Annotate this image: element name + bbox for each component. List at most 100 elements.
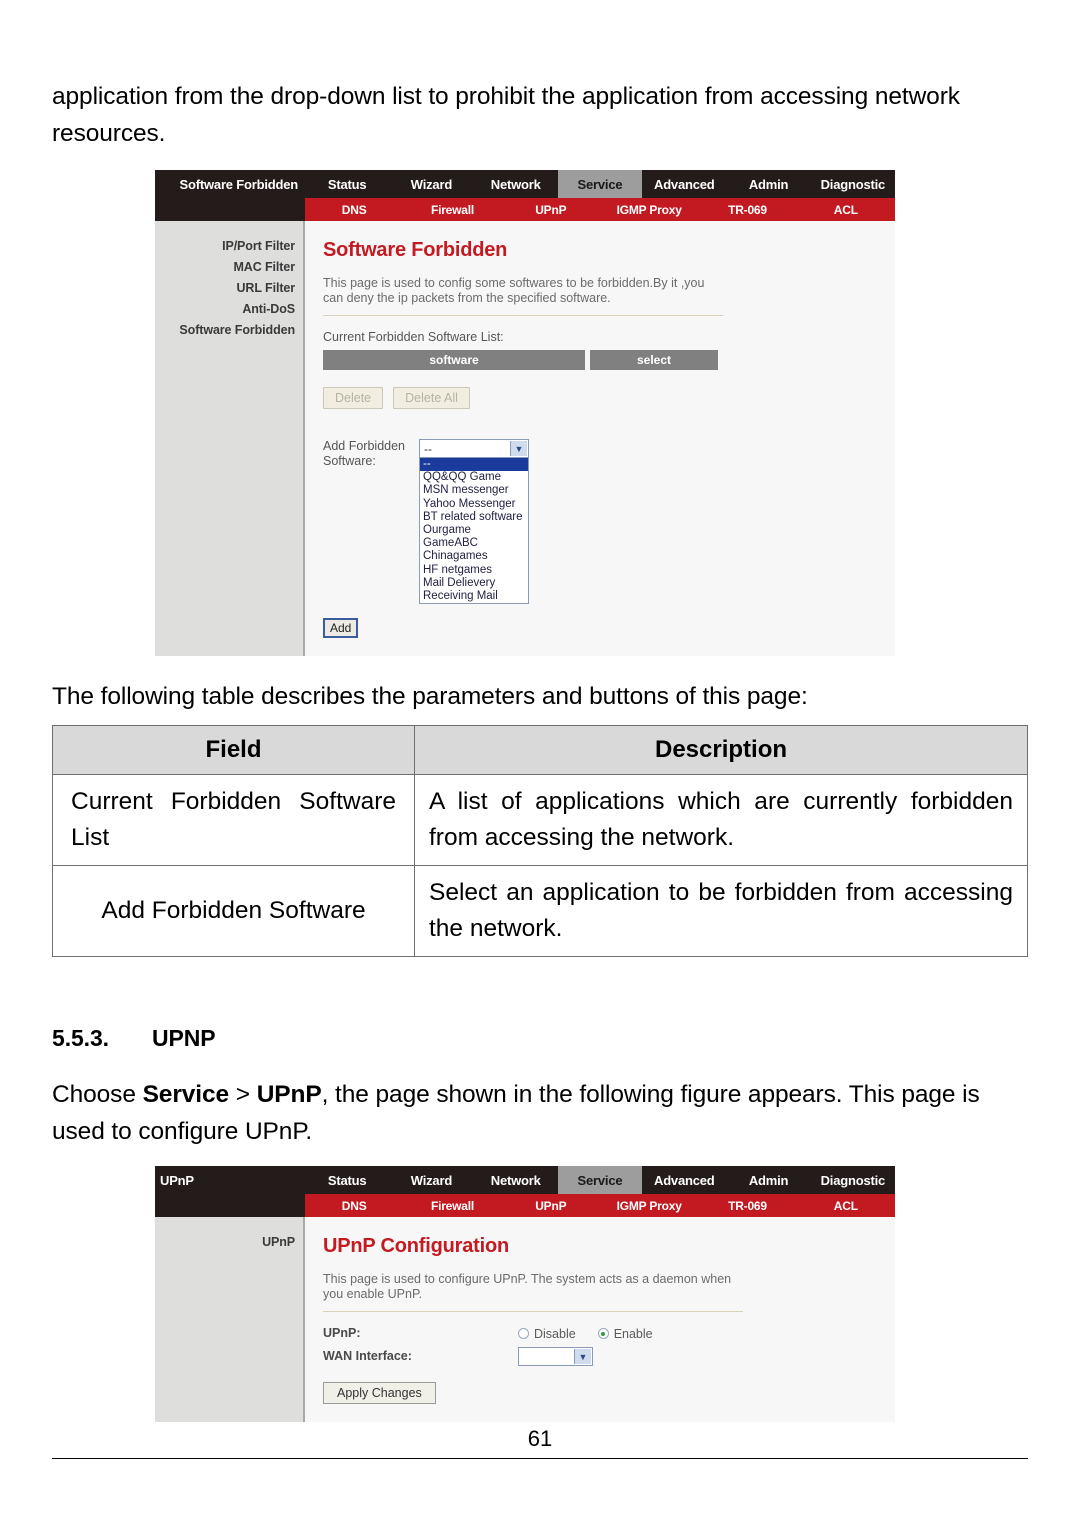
paragraph-mid: >: [229, 1081, 257, 1109]
table-row: Add Forbidden Software Select an applica…: [52, 865, 1028, 958]
column-header-select: select: [590, 350, 718, 370]
chevron-down-icon[interactable]: ▼: [510, 441, 527, 456]
page-footer: 61: [52, 1426, 1028, 1459]
tab-network[interactable]: Network: [474, 170, 558, 198]
router-sidebar: IP/Port Filter MAC Filter URL Filter Ant…: [155, 221, 305, 657]
router-subnav-bar: DNS Firewall UPnP IGMP Proxy TR-069 ACL: [155, 198, 895, 221]
window-title: Software Forbidden: [155, 170, 305, 198]
tab-wizard[interactable]: Wizard: [389, 1166, 473, 1194]
radio-enable[interactable]: Enable: [597, 1327, 653, 1341]
radio-disable[interactable]: Disable: [518, 1327, 576, 1341]
sub-tabs: DNS Firewall UPnP IGMP Proxy TR-069 ACL: [305, 1194, 895, 1218]
main-tabs: Status Wizard Network Service Advanced A…: [305, 170, 895, 198]
header-field: Field: [52, 725, 415, 776]
page-heading: Software Forbidden: [323, 239, 508, 261]
software-select-value: --: [424, 441, 432, 456]
tab-diagnostic[interactable]: Diagnostic: [811, 170, 895, 198]
section-number: 5.5.3.: [52, 1025, 109, 1052]
page-number: 61: [527, 1426, 553, 1451]
wan-interface-select-box[interactable]: ▼: [518, 1347, 593, 1367]
chevron-down-icon[interactable]: ▼: [574, 1349, 591, 1365]
tab-diagnostic[interactable]: Diagnostic: [811, 1166, 895, 1194]
option-item[interactable]: HF netgames: [420, 564, 528, 577]
option-item[interactable]: --: [420, 458, 528, 472]
tab-service[interactable]: Service: [557, 170, 643, 198]
subtab-upnp[interactable]: UPnP: [502, 198, 600, 221]
tab-admin[interactable]: Admin: [726, 1166, 810, 1194]
option-item[interactable]: Ourgame: [420, 524, 528, 537]
router-subnav-bar: DNS Firewall UPnP IGMP Proxy TR-069 ACL: [155, 1194, 895, 1218]
option-item[interactable]: QQ&QQ Game: [420, 471, 528, 484]
forbidden-list-label: Current Forbidden Software List:: [323, 330, 504, 344]
sidebar-item-url-filter[interactable]: URL Filter: [155, 277, 303, 298]
option-item[interactable]: Chinagames: [420, 550, 528, 563]
header-description: Description: [414, 725, 1028, 776]
cell-field: Add Forbidden Software: [52, 865, 415, 958]
add-button[interactable]: Add: [323, 618, 359, 639]
option-item[interactable]: Receiving Mail: [420, 590, 528, 603]
page-description: This page is used to configure UPnP. The…: [323, 1272, 732, 1302]
upnp-radio-group: Disable Enable: [518, 1327, 653, 1341]
table-row: Current Forbidden Software List A list o…: [52, 774, 1028, 867]
add-forbidden-software-row: Add Forbidden Software: -- ▼ -- QQ&QQ Ga…: [323, 439, 879, 605]
software-option-list[interactable]: -- QQ&QQ Game MSN messenger Yahoo Messen…: [419, 458, 529, 605]
software-select-box[interactable]: -- ▼: [419, 439, 529, 458]
sidebar-item-mac-filter[interactable]: MAC Filter: [155, 256, 303, 277]
upnp-label: UPnP:: [323, 1326, 361, 1341]
software-dropdown[interactable]: -- ▼ -- QQ&QQ Game MSN messenger Yahoo M…: [419, 439, 529, 605]
subtab-firewall[interactable]: Firewall: [403, 1194, 501, 1217]
tab-advanced[interactable]: Advanced: [642, 1166, 726, 1194]
subtab-tr069[interactable]: TR-069: [698, 198, 796, 221]
apply-changes-button[interactable]: Apply Changes: [323, 1382, 436, 1405]
tab-status[interactable]: Status: [305, 170, 389, 198]
delete-button[interactable]: Delete: [323, 387, 384, 409]
subtab-firewall[interactable]: Firewall: [403, 198, 501, 221]
sidebar-item-upnp[interactable]: UPnP: [155, 1231, 303, 1252]
wan-interface-dropdown[interactable]: ▼: [518, 1347, 593, 1367]
document-page: application from the drop-down list to p…: [0, 0, 1080, 1459]
subtab-dns[interactable]: DNS: [305, 198, 403, 221]
radio-enable-input[interactable]: [597, 1328, 609, 1340]
tab-status[interactable]: Status: [305, 1166, 389, 1194]
section-paragraph: Choose Service > UPnP, the page shown in…: [52, 1076, 1028, 1150]
cell-field: Current Forbidden Software List: [52, 774, 415, 867]
option-item[interactable]: GameABC: [420, 537, 528, 550]
screenshot-upnp: UPnP Status Wizard Network Service Advan…: [155, 1166, 895, 1423]
option-item[interactable]: BT related software: [420, 511, 528, 524]
subtab-upnp[interactable]: UPnP: [502, 1194, 600, 1217]
intro-paragraph: application from the drop-down list to p…: [52, 83, 960, 147]
subtab-acl[interactable]: ACL: [797, 1194, 895, 1217]
router-nav-bar: UPnP Status Wizard Network Service Advan…: [155, 1166, 895, 1195]
tab-service[interactable]: Service: [557, 1166, 643, 1195]
radio-disable-input[interactable]: [518, 1328, 529, 1340]
option-item[interactable]: Yahoo Messenger: [420, 498, 528, 511]
option-item[interactable]: Mail Delievery: [420, 577, 528, 590]
page-heading: UPnP Configuration: [323, 1235, 510, 1258]
column-header-software: software: [323, 350, 585, 370]
paragraph-bold-service: Service: [142, 1081, 230, 1109]
subtab-tr069[interactable]: TR-069: [698, 1194, 796, 1217]
router-sidebar: UPnP: [155, 1217, 305, 1423]
delete-all-button[interactable]: Delete All: [393, 387, 470, 409]
subtab-acl[interactable]: ACL: [797, 198, 895, 221]
paragraph-bold-upnp: UPnP: [256, 1081, 322, 1109]
sidebar-item-anti-dos[interactable]: Anti-DoS: [155, 298, 303, 319]
subtab-igmp-proxy[interactable]: IGMP Proxy: [600, 198, 698, 221]
sidebar-item-software-forbidden[interactable]: Software Forbidden: [155, 319, 303, 340]
subtab-igmp-proxy[interactable]: IGMP Proxy: [600, 1194, 698, 1217]
table-intro-paragraph: The following table describes the parame…: [52, 683, 808, 711]
sidebar-item-ip-port-filter[interactable]: IP/Port Filter: [155, 235, 303, 256]
router-main-content: Software Forbidden This page is used to …: [305, 221, 895, 657]
option-item[interactable]: MSN messenger: [420, 484, 528, 497]
add-forbidden-software-label: Add Forbidden Software:: [323, 439, 419, 604]
cell-description: Select an application to be forbidden fr…: [414, 865, 1028, 958]
tab-advanced[interactable]: Advanced: [642, 170, 726, 198]
router-nav-bar: Software Forbidden Status Wizard Network…: [155, 170, 895, 198]
page-description: This page is used to config some softwar…: [323, 276, 705, 305]
tab-admin[interactable]: Admin: [726, 170, 810, 198]
router-body: UPnP UPnP Configuration This page is use…: [155, 1217, 895, 1423]
tab-wizard[interactable]: Wizard: [389, 170, 473, 198]
subtab-dns[interactable]: DNS: [305, 1194, 403, 1217]
tab-network[interactable]: Network: [474, 1166, 558, 1194]
cell-description: A list of applications which are current…: [414, 774, 1028, 867]
